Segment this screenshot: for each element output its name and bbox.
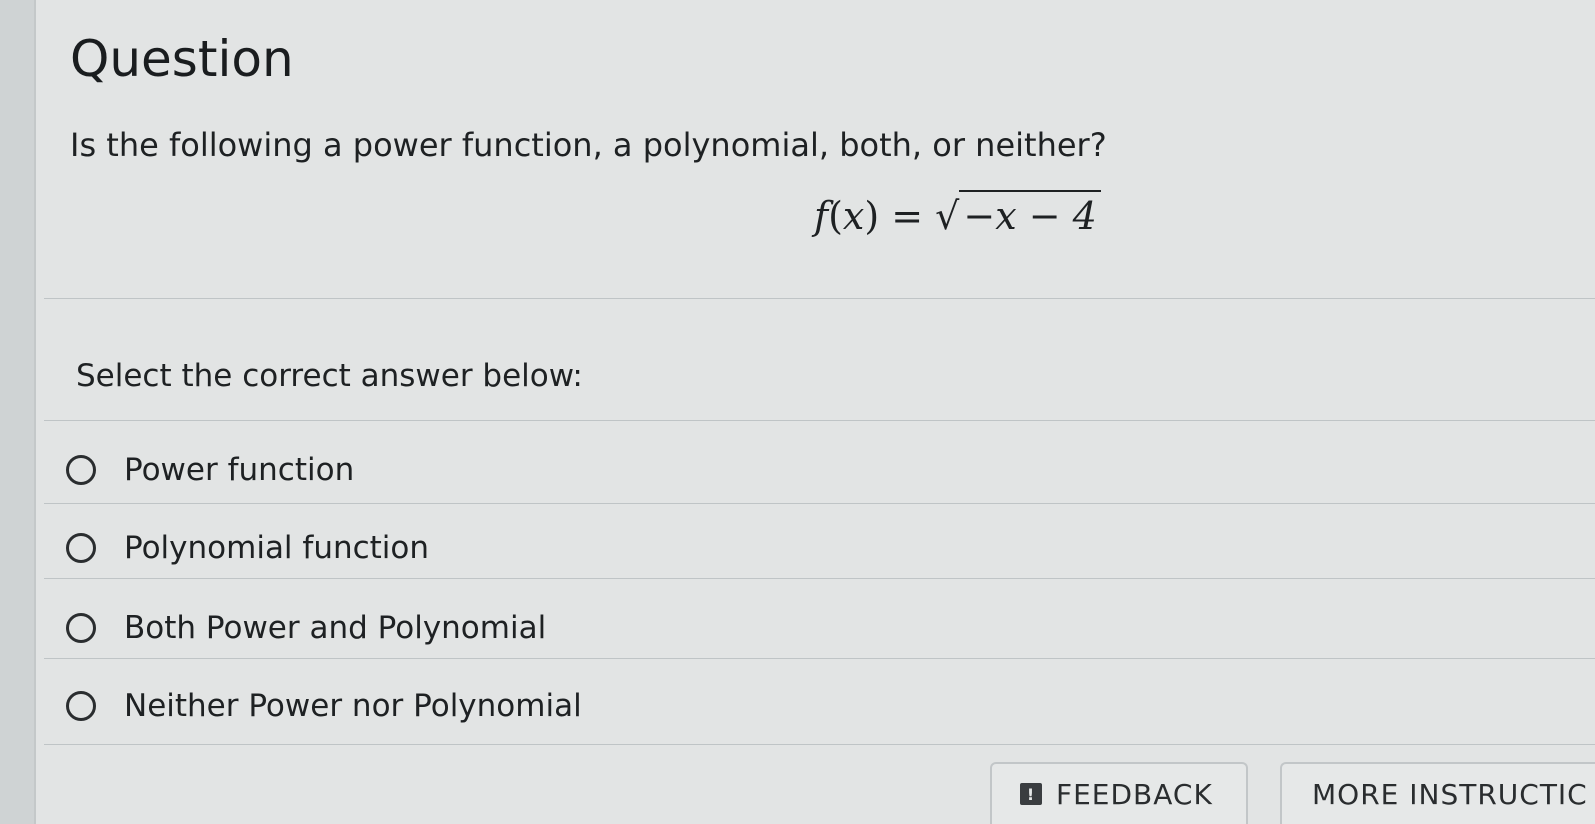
answer-option-neither[interactable]: Neither Power nor Polynomial bbox=[66, 676, 1586, 736]
feedback-button-label: FEEDBACK bbox=[1056, 777, 1213, 811]
answer-option-power-function[interactable]: Power function bbox=[66, 440, 1586, 500]
more-instructions-button[interactable]: MORE INSTRUCTIC bbox=[1280, 762, 1595, 824]
radio-unchecked-icon[interactable] bbox=[66, 455, 96, 485]
answer-instruction: Select the correct answer below: bbox=[76, 358, 583, 394]
more-instructions-label: MORE INSTRUCTIC bbox=[1312, 777, 1588, 811]
radio-unchecked-icon[interactable] bbox=[66, 613, 96, 643]
divider bbox=[44, 503, 1595, 504]
formula-radical: √ −x − 4 bbox=[935, 190, 1101, 238]
answer-option-polynomial-function[interactable]: Polynomial function bbox=[66, 518, 1586, 578]
answer-option-label: Polynomial function bbox=[124, 530, 430, 566]
divider bbox=[44, 578, 1595, 579]
square-root-icon: √ bbox=[935, 194, 960, 238]
formula-open-paren: ( bbox=[828, 194, 843, 238]
page-margin bbox=[0, 0, 34, 824]
formula-close-paren: ) bbox=[864, 194, 880, 238]
answer-option-both[interactable]: Both Power and Polynomial bbox=[66, 598, 1586, 658]
exclamation-icon: ! bbox=[1020, 783, 1042, 805]
formula-function-name: f bbox=[814, 194, 829, 238]
divider bbox=[44, 298, 1595, 299]
answer-option-label: Neither Power nor Polynomial bbox=[124, 688, 582, 724]
divider bbox=[44, 658, 1595, 659]
function-formula: f(x) = √ −x − 4 bbox=[814, 190, 1101, 238]
divider bbox=[44, 420, 1595, 421]
formula-variable: x bbox=[842, 194, 865, 238]
question-card: Question Is the following a power functi… bbox=[34, 0, 1595, 824]
feedback-button[interactable]: ! FEEDBACK bbox=[990, 762, 1248, 824]
formula-equals: = bbox=[879, 194, 936, 238]
answer-option-label: Power function bbox=[124, 452, 355, 488]
divider bbox=[44, 744, 1595, 745]
question-title: Question bbox=[70, 30, 294, 88]
radio-unchecked-icon[interactable] bbox=[66, 533, 96, 563]
answer-option-label: Both Power and Polynomial bbox=[124, 610, 547, 646]
radio-unchecked-icon[interactable] bbox=[66, 691, 96, 721]
formula-radicand: −x − 4 bbox=[959, 190, 1101, 238]
question-prompt: Is the following a power function, a pol… bbox=[70, 126, 1107, 164]
